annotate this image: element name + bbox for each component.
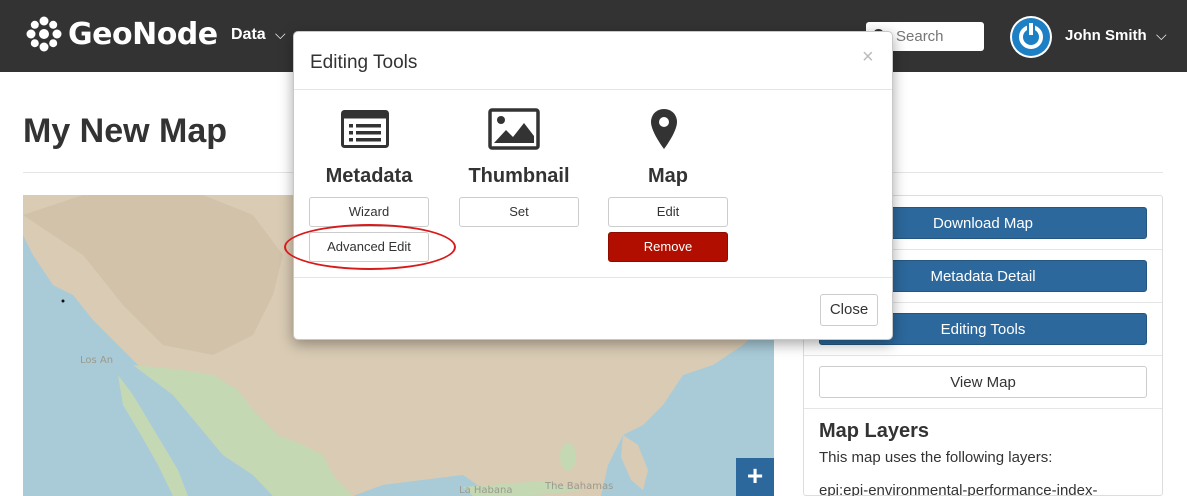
brand-name: GeoNode [68, 16, 218, 52]
chevron-down-icon[interactable]: ⌵ [275, 26, 286, 43]
map-label-los-angeles: Los An [80, 355, 114, 366]
map-layers-description: This map uses the following layers: [819, 449, 1053, 466]
modal-title: Editing Tools [310, 52, 418, 73]
wizard-button[interactable]: Wizard [309, 197, 429, 227]
set-thumbnail-button[interactable]: Set [459, 197, 579, 227]
metadata-heading: Metadata [325, 165, 413, 187]
highlight-ellipse [284, 224, 456, 270]
view-map-button[interactable]: View Map [819, 366, 1147, 398]
remove-map-button[interactable]: Remove [608, 232, 728, 262]
zoom-in-button[interactable]: + [736, 458, 774, 496]
map-layers-heading: Map Layers [819, 420, 930, 442]
editing-tools-modal: Editing Tools × Metadata Wizard Advanced… [293, 31, 893, 340]
list-alt-icon [341, 110, 389, 148]
close-icon[interactable]: × [862, 46, 874, 69]
nav-data-menu[interactable]: Data [231, 26, 266, 44]
geonode-flower-icon [26, 16, 62, 52]
geonode-logo[interactable]: GeoNode [24, 14, 218, 54]
avatar[interactable] [1010, 16, 1052, 58]
picture-icon [488, 108, 540, 150]
user-name[interactable]: John Smith [1065, 27, 1147, 44]
page-title: My New Map [23, 112, 228, 150]
search-input[interactable] [896, 26, 980, 47]
edit-map-button[interactable]: Edit [608, 197, 728, 227]
power-icon [1012, 18, 1050, 56]
divider [804, 355, 1162, 356]
modal-footer-divider [294, 277, 892, 278]
map-label-la-habana: La Habana [459, 485, 513, 496]
map-marker-icon [651, 109, 677, 149]
thumbnail-heading: Thumbnail [468, 165, 570, 187]
divider [804, 408, 1162, 409]
map-heading: Map [648, 165, 688, 187]
modal-header-divider [294, 89, 892, 90]
close-button[interactable]: Close [820, 294, 878, 326]
map-label-bahamas: The Bahamas [545, 481, 614, 492]
layer-link[interactable]: epi:epi-environmental-performance-index- [819, 482, 1097, 496]
chevron-down-icon[interactable]: ⌵ [1156, 27, 1167, 44]
